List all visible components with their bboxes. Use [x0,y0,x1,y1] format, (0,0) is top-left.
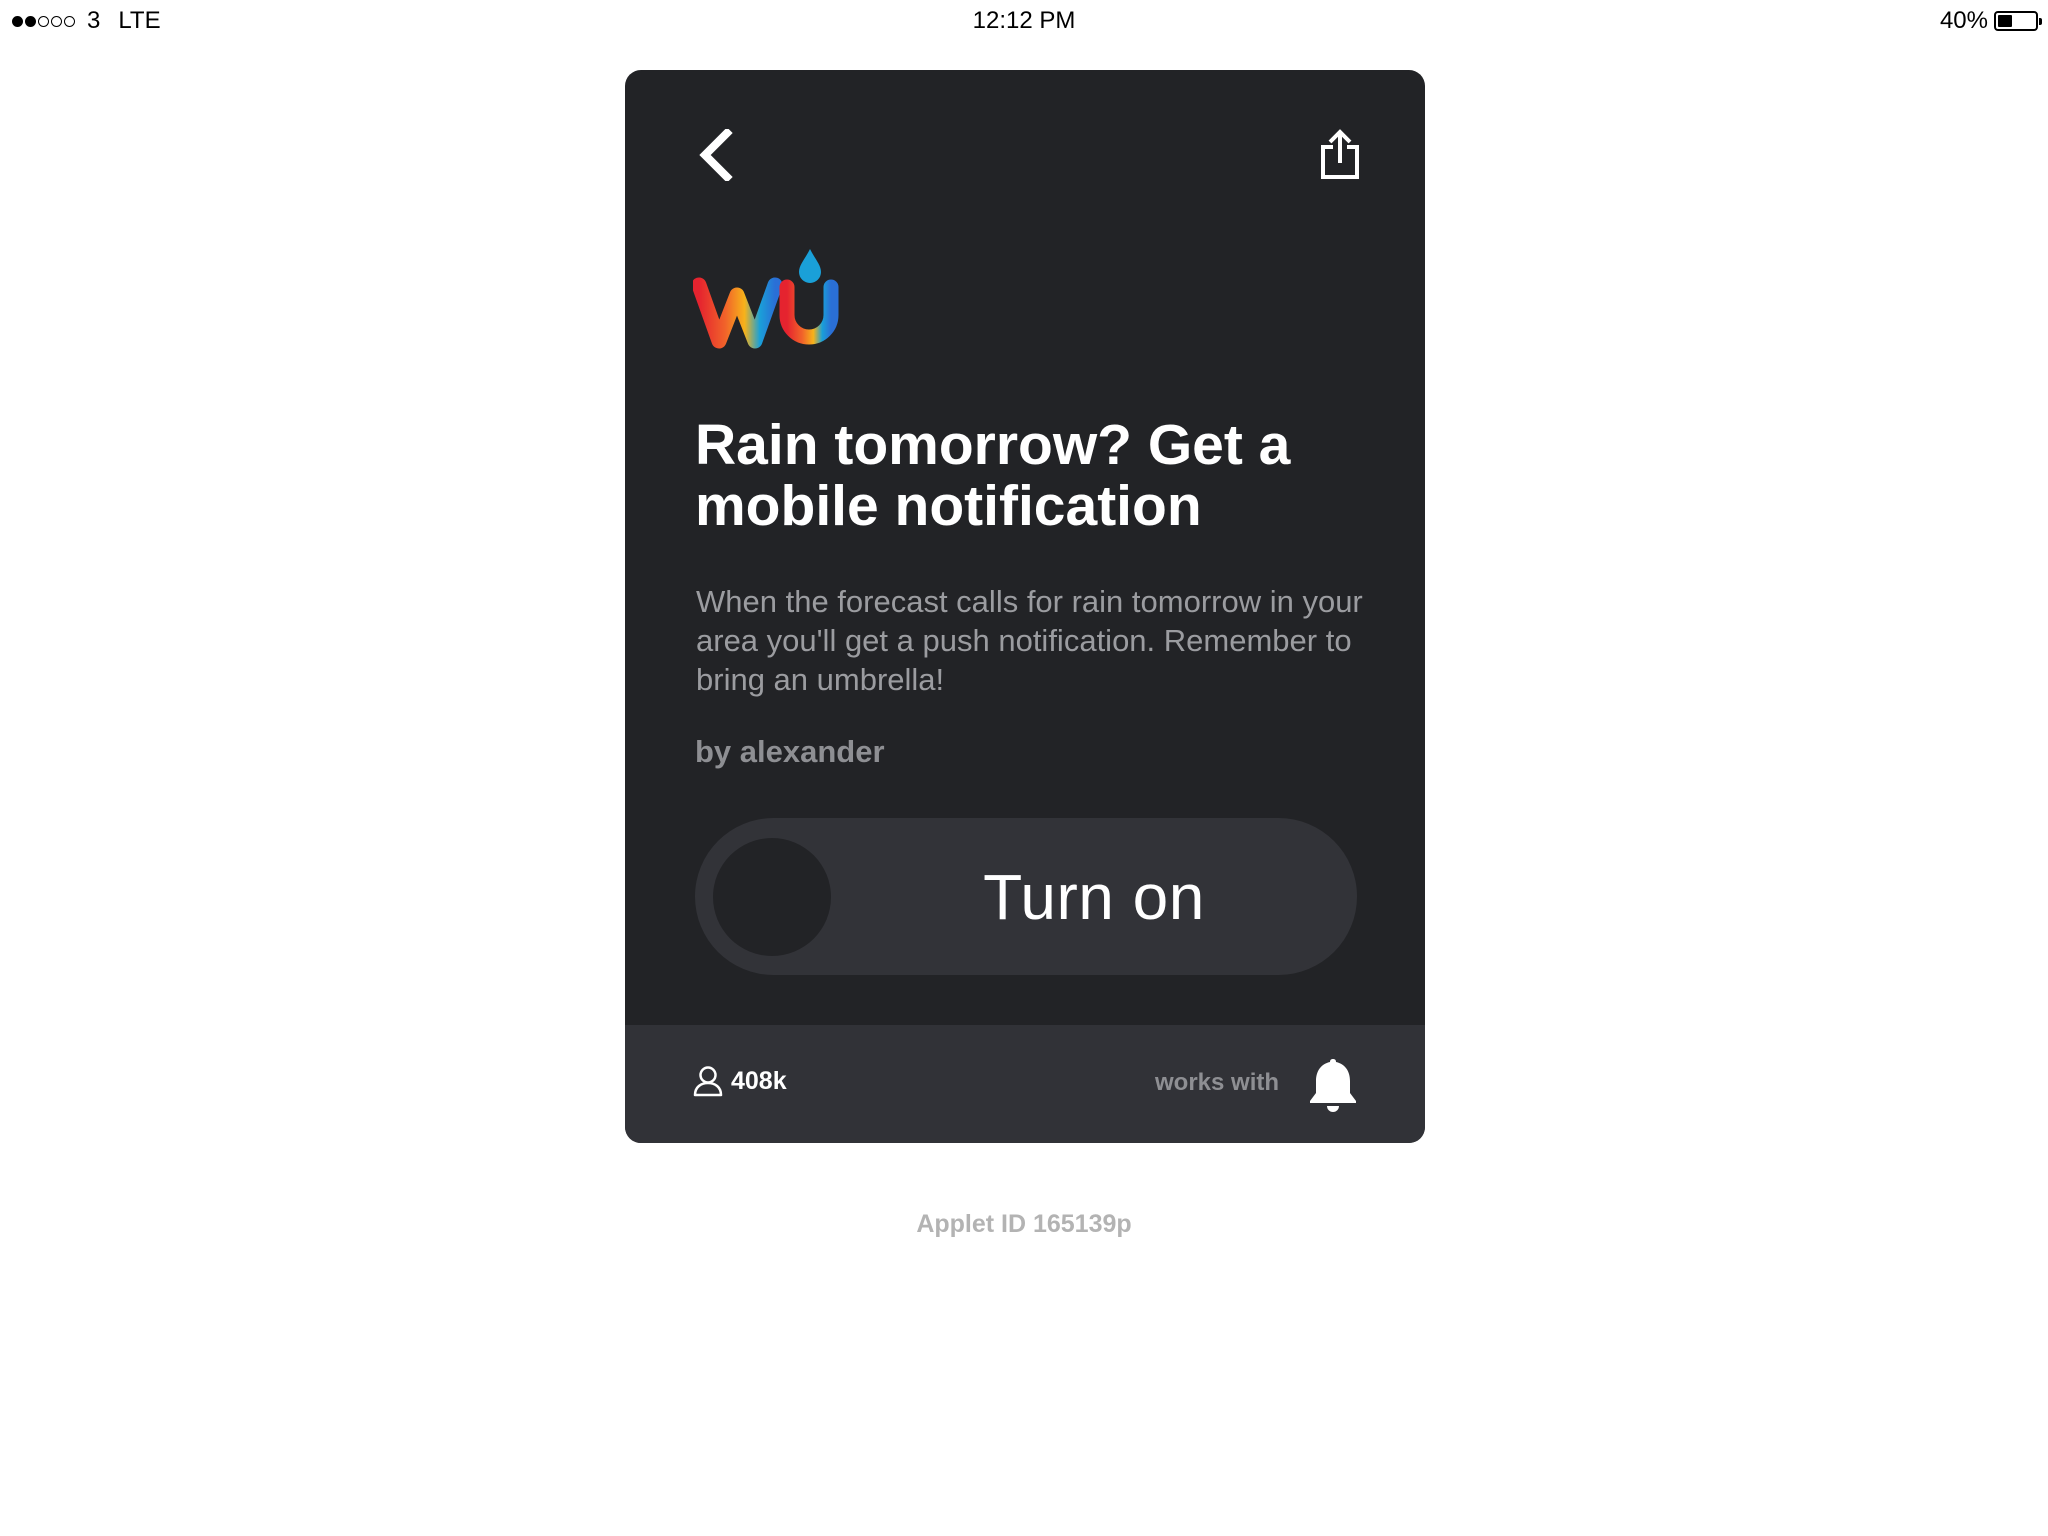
card-footer: 408k works with [625,1025,1425,1143]
weather-underground-logo [693,249,839,349]
works-with-label: works with [1155,1069,1280,1096]
chevron-left-icon [699,129,733,181]
applet-author: by alexander [695,734,885,769]
battery-percent: 40% [1939,7,1988,34]
applet-id: Applet ID 165139p [916,1210,1132,1238]
share-icon [1321,129,1359,179]
status-bar: 3 LTE 12:12 PM 40% [0,0,2048,40]
back-button[interactable] [685,120,745,190]
battery-fill [1998,15,2012,27]
applet-description: When the forecast calls for rain tomorro… [696,584,1363,697]
page: 3 LTE 12:12 PM 40% Rain tomorrow? Get a … [0,0,2048,1536]
user-count-value: 408k [731,1066,787,1095]
turn-on-toggle[interactable]: Turn on [695,818,1357,975]
share-button[interactable] [1305,120,1375,190]
user-icon [693,1066,723,1097]
status-time: 12:12 PM [972,7,1076,34]
battery-icon [1994,11,2042,31]
bell-icon [1310,1059,1356,1112]
applet-card: Rain tomorrow? Get a mobile notification… [625,70,1425,1143]
toggle-knob [713,838,831,956]
toggle-label: Turn on [983,860,1205,933]
applet-title: Rain tomorrow? Get a mobile notification [695,413,1291,538]
user-count: 408k [693,1065,787,1097]
status-right: 40% [1939,7,2042,35]
